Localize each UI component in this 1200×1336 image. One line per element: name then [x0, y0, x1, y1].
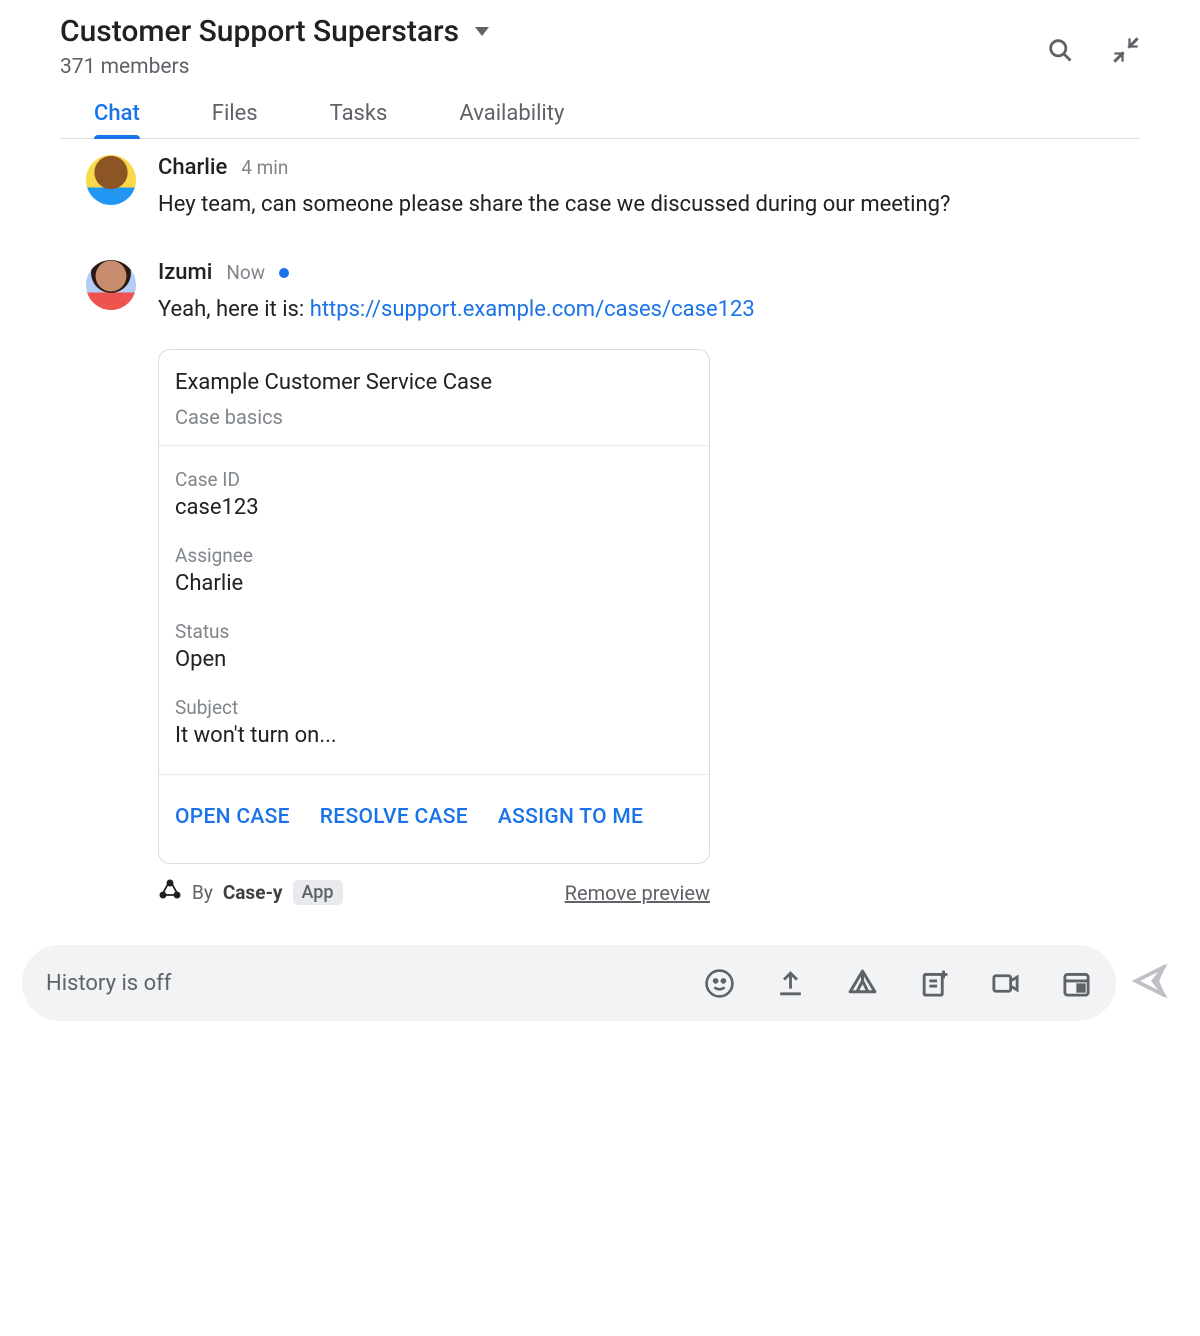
link-preview-card: Example Customer Service Case Case basic…: [158, 349, 710, 864]
tab-chat[interactable]: Chat: [94, 101, 140, 138]
message-composer[interactable]: History is off: [22, 945, 1116, 1021]
message-link[interactable]: https://support.example.com/cases/case12…: [310, 297, 755, 322]
card-title: Example Customer Service Case: [175, 370, 693, 395]
field-label: Assignee: [175, 544, 693, 567]
space-header: Customer Support Superstars 371 members …: [0, 0, 1200, 139]
message: Izumi Now Yeah, here it is: https://supp…: [86, 260, 1140, 907]
card-field: Case ID case123: [175, 468, 693, 520]
composer-placeholder: History is off: [46, 971, 704, 996]
app-name: Case-y: [223, 881, 283, 904]
space-title: Customer Support Superstars: [60, 14, 459, 49]
remove-preview-link[interactable]: Remove preview: [565, 881, 710, 905]
field-label: Status: [175, 620, 693, 643]
upload-icon[interactable]: [775, 968, 806, 999]
search-icon[interactable]: [1046, 36, 1074, 64]
open-case-button[interactable]: OPEN CASE: [175, 805, 290, 829]
message-text: Hey team, can someone please share the c…: [158, 188, 1140, 222]
message-author: Charlie: [158, 155, 227, 180]
composer-row: History is off: [0, 927, 1200, 1021]
card-subtitle: Case basics: [175, 405, 693, 429]
card-field: Subject It won't turn on...: [175, 696, 693, 748]
send-button[interactable]: [1132, 963, 1178, 1003]
emoji-icon[interactable]: [704, 968, 735, 999]
tab-tasks[interactable]: Tasks: [330, 101, 388, 138]
field-value: case123: [175, 495, 693, 520]
card-field: Assignee Charlie: [175, 544, 693, 596]
message-list: Charlie 4 min Hey team, can someone plea…: [0, 139, 1200, 927]
member-count: 371 members: [60, 55, 489, 79]
collapse-icon[interactable]: [1112, 36, 1140, 64]
field-value: Charlie: [175, 571, 693, 596]
message-text-prefix: Yeah, here it is:: [158, 297, 310, 322]
field-value: It won't turn on...: [175, 723, 693, 748]
video-icon[interactable]: [990, 968, 1021, 999]
by-label: By: [192, 881, 213, 904]
field-value: Open: [175, 647, 693, 672]
field-label: Subject: [175, 696, 693, 719]
calendar-icon[interactable]: [1061, 968, 1092, 999]
message: Charlie 4 min Hey team, can someone plea…: [86, 155, 1140, 222]
card-field: Status Open: [175, 620, 693, 672]
assign-to-me-button[interactable]: ASSIGN TO ME: [498, 805, 643, 829]
chevron-down-icon: [475, 27, 489, 36]
message-author: Izumi: [158, 260, 212, 285]
app-badge: App: [293, 880, 343, 905]
card-footer: By Case-y App Remove preview: [158, 878, 710, 907]
avatar[interactable]: [86, 260, 136, 310]
new-doc-icon[interactable]: [919, 968, 950, 999]
field-label: Case ID: [175, 468, 693, 491]
resolve-case-button[interactable]: RESOLVE CASE: [320, 805, 468, 829]
webhook-icon: [158, 878, 182, 907]
space-title-row[interactable]: Customer Support Superstars: [60, 14, 489, 49]
tab-files[interactable]: Files: [212, 101, 258, 138]
message-text: Yeah, here it is: https://support.exampl…: [158, 293, 1140, 327]
message-time: 4 min: [241, 156, 288, 179]
tab-availability[interactable]: Availability: [459, 101, 564, 138]
new-message-indicator: [279, 268, 289, 278]
drive-icon[interactable]: [846, 967, 879, 1000]
tabs: Chat Files Tasks Availability: [60, 79, 1140, 139]
message-time: Now: [226, 261, 265, 284]
avatar[interactable]: [86, 155, 136, 205]
